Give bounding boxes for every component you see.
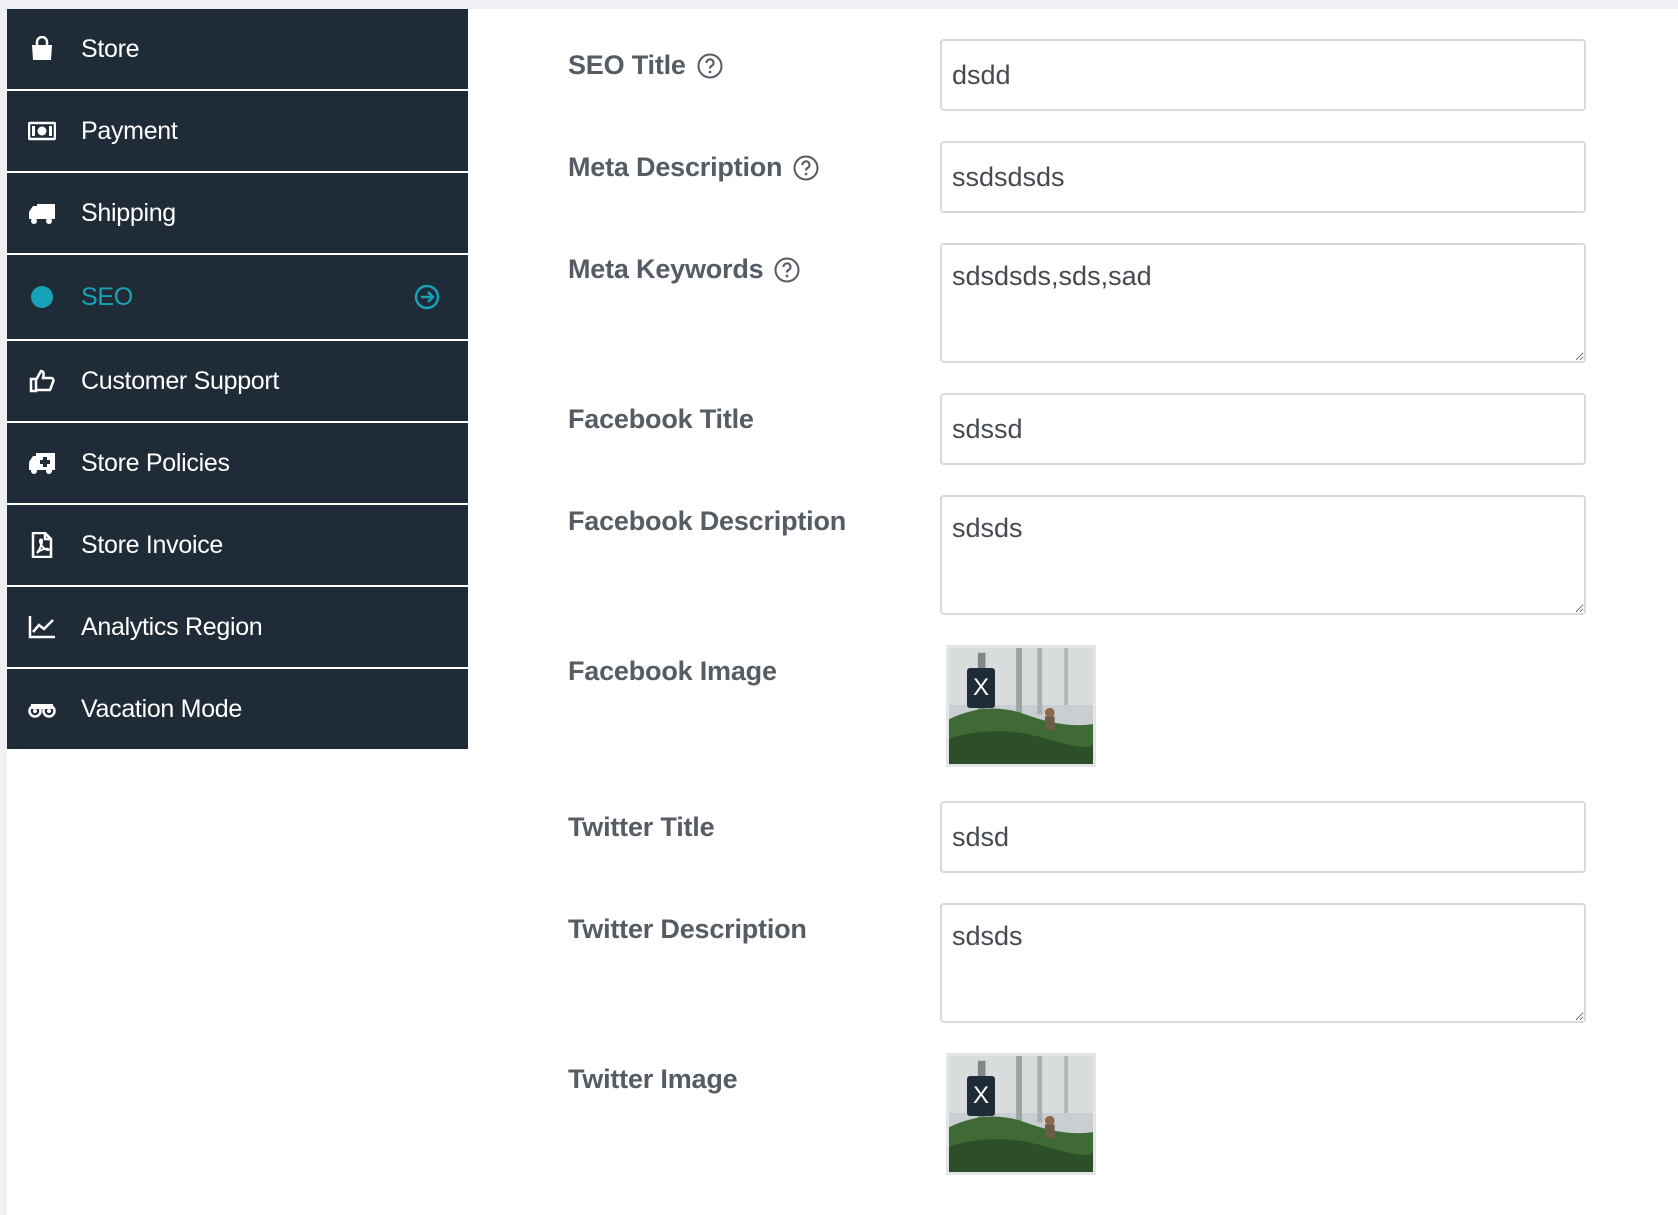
sidebar-item-label: Shipping bbox=[81, 198, 176, 227]
facebook-description-label-text: Facebook Description bbox=[568, 506, 847, 536]
thumbs-up-icon bbox=[27, 366, 57, 396]
facebook-title-label-text: Facebook Title bbox=[568, 404, 754, 434]
help-icon[interactable] bbox=[696, 52, 724, 80]
sidebar-item-payment[interactable]: Payment bbox=[7, 91, 468, 173]
globe-icon bbox=[27, 282, 57, 312]
settings-sidebar: Store Payment Shipping SEO Customer Supp… bbox=[7, 9, 468, 751]
facebook-description-label: Facebook Description bbox=[568, 506, 846, 537]
sidebar-item-analytics-region[interactable]: Analytics Region bbox=[7, 587, 468, 669]
facebook-image-label: Facebook Image bbox=[568, 656, 777, 687]
seo-title-label-text: SEO Title bbox=[568, 50, 686, 80]
twitter-title-label: Twitter Title bbox=[568, 812, 715, 843]
twitter-image-thumbnail[interactable]: X bbox=[946, 1053, 1096, 1175]
sidebar-item-seo[interactable]: SEO bbox=[7, 255, 468, 341]
meta-keywords-label-text: Meta Keywords bbox=[568, 254, 764, 284]
twitter-description-textarea[interactable]: sdsds bbox=[940, 903, 1586, 1023]
facebook-title-label: Facebook Title bbox=[568, 404, 754, 435]
seo-title-label: SEO Title bbox=[568, 50, 724, 81]
facebook-image-label-text: Facebook Image bbox=[568, 656, 777, 686]
ambulance-icon bbox=[27, 448, 57, 478]
seo-title-input[interactable] bbox=[940, 39, 1586, 111]
help-icon[interactable] bbox=[792, 154, 820, 182]
meta-description-label: Meta Description bbox=[568, 152, 820, 183]
sidebar-item-store-invoice[interactable]: Store Invoice bbox=[7, 505, 468, 587]
sidebar-item-shipping[interactable]: Shipping bbox=[7, 173, 468, 255]
twitter-title-label-text: Twitter Title bbox=[568, 812, 715, 842]
sidebar-item-label: Customer Support bbox=[81, 366, 280, 395]
help-icon[interactable] bbox=[773, 256, 801, 284]
binoculars-icon bbox=[27, 694, 57, 724]
line-chart-icon bbox=[27, 612, 57, 642]
sidebar-item-label: SEO bbox=[81, 282, 133, 311]
sidebar-item-vacation-mode[interactable]: Vacation Mode bbox=[7, 669, 468, 751]
sidebar-item-label: Analytics Region bbox=[81, 612, 263, 641]
sidebar-item-label: Store bbox=[81, 34, 140, 63]
truck-icon bbox=[27, 198, 57, 228]
meta-description-label-text: Meta Description bbox=[568, 152, 783, 182]
arrow-circle-right-icon bbox=[414, 284, 440, 310]
remove-image-button[interactable]: X bbox=[967, 668, 995, 708]
sidebar-item-store-policies[interactable]: Store Policies bbox=[7, 423, 468, 505]
meta-keywords-label: Meta Keywords bbox=[568, 254, 801, 285]
shopping-bag-icon bbox=[27, 34, 57, 64]
sidebar-item-label: Payment bbox=[81, 116, 178, 145]
sidebar-item-label: Store Invoice bbox=[81, 530, 224, 559]
sidebar-item-store[interactable]: Store bbox=[7, 9, 468, 91]
facebook-image-thumbnail[interactable]: X bbox=[946, 645, 1096, 767]
twitter-image-label-text: Twitter Image bbox=[568, 1064, 738, 1094]
twitter-description-label-text: Twitter Description bbox=[568, 914, 807, 944]
twitter-title-input[interactable] bbox=[940, 801, 1586, 873]
twitter-description-label: Twitter Description bbox=[568, 914, 807, 945]
money-icon bbox=[27, 116, 57, 146]
sidebar-item-label: Store Policies bbox=[81, 448, 230, 477]
sidebar-item-label: Vacation Mode bbox=[81, 694, 243, 723]
sidebar-item-customer-support[interactable]: Customer Support bbox=[7, 341, 468, 423]
facebook-description-textarea[interactable]: sdsds bbox=[940, 495, 1586, 615]
meta-description-input[interactable] bbox=[940, 141, 1586, 213]
twitter-image-label: Twitter Image bbox=[568, 1064, 738, 1095]
meta-keywords-textarea[interactable]: sdsdsds,sds,sad bbox=[940, 243, 1586, 363]
pdf-file-icon bbox=[27, 530, 57, 560]
facebook-title-input[interactable] bbox=[940, 393, 1586, 465]
remove-image-button[interactable]: X bbox=[967, 1076, 995, 1116]
